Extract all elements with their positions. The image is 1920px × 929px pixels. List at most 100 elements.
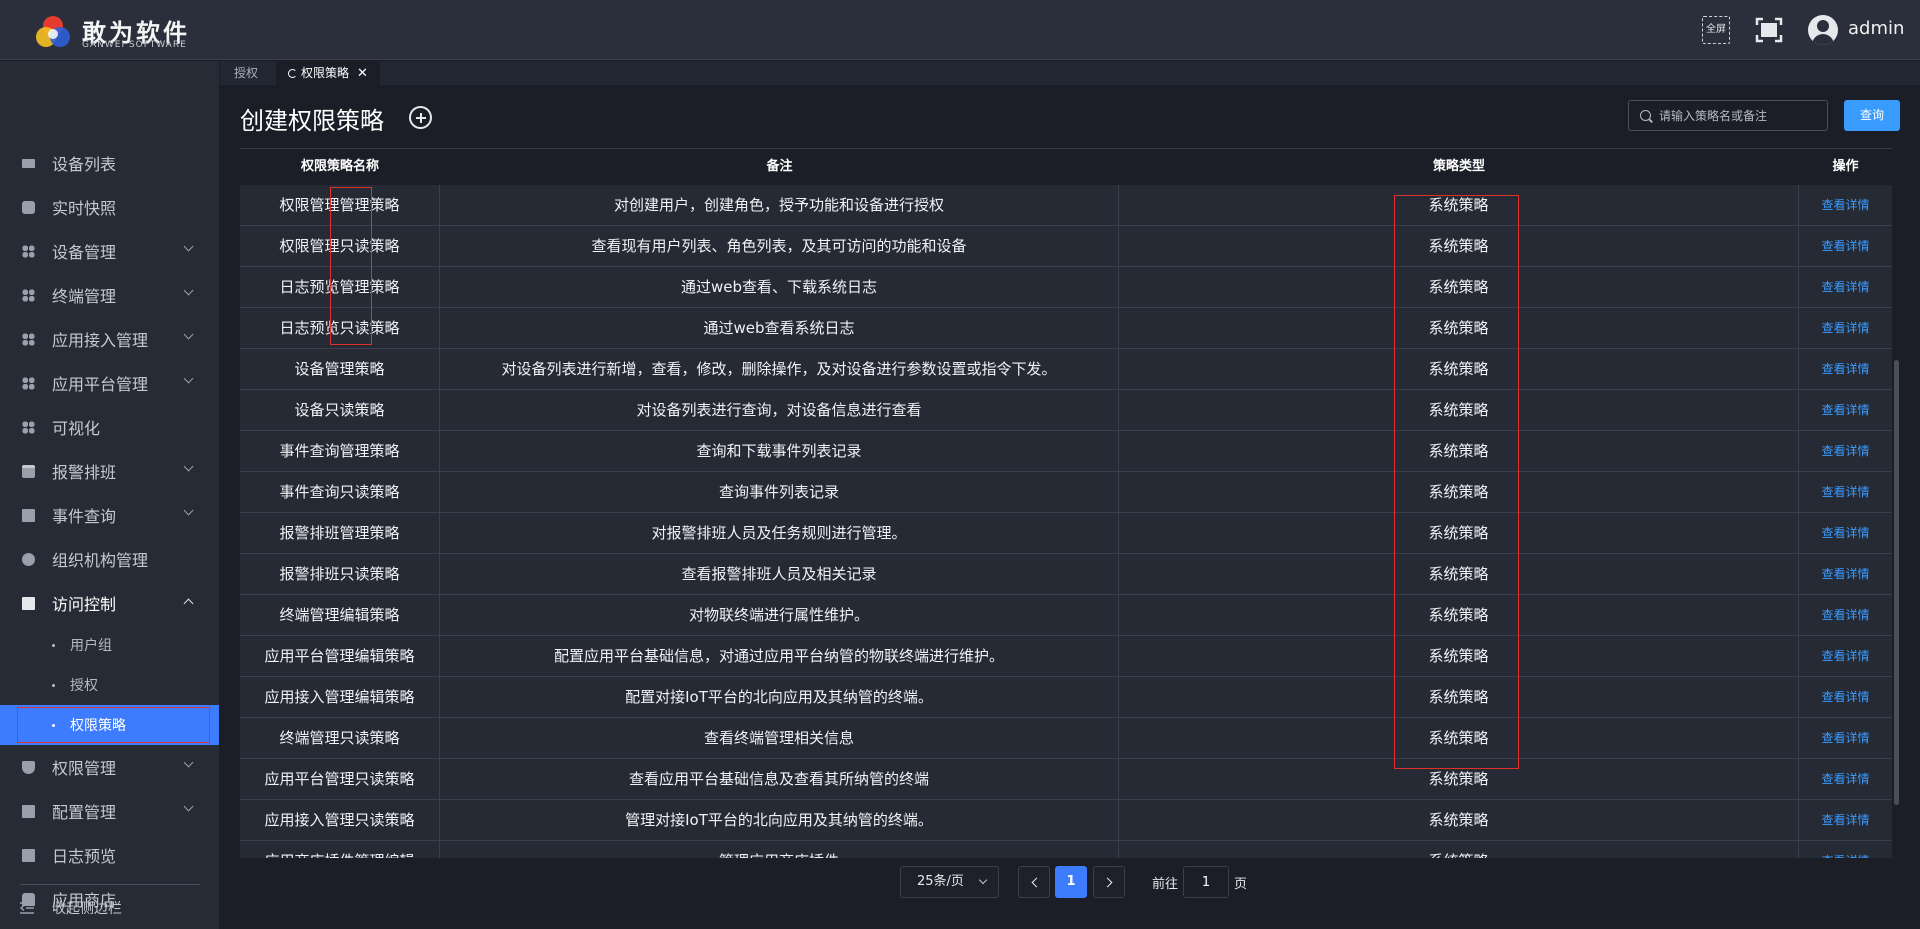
refresh-icon[interactable] <box>288 69 297 78</box>
view-details-link[interactable]: 查看详情 <box>1799 185 1892 226</box>
table-header: 权限策略名称 备注 策略类型 操作 <box>240 149 1892 185</box>
view-details-link[interactable]: 查看详情 <box>1799 513 1892 554</box>
sidebar-item-access-control[interactable]: 访问控制 <box>0 581 219 625</box>
chevron-down-icon <box>183 757 194 768</box>
screen-mode-icon[interactable] <box>1755 17 1783 43</box>
cell-policy-type: 系统策略 <box>1119 636 1799 677</box>
close-icon[interactable]: ✕ <box>357 66 368 81</box>
sidebar-item-label: 应用接入管理 <box>52 331 149 350</box>
table-row: 设备只读策略 对设备列表进行查询，对设备信息进行查看 系统策略 查看详情 <box>240 390 1892 431</box>
chevron-down-icon <box>183 329 194 340</box>
view-details-link[interactable]: 查看详情 <box>1799 595 1892 636</box>
cell-policy-name: 日志预览只读策略 <box>240 308 440 349</box>
sidebar-subitem-permission-policy[interactable]: 权限策略 <box>0 705 219 745</box>
sidebar-item-log-preview[interactable]: 日志预览 <box>0 833 219 877</box>
view-details-link[interactable]: 查看详情 <box>1799 431 1892 472</box>
sidebar-item-visualization[interactable]: 可视化 <box>0 405 219 449</box>
tab-permission-policy[interactable]: 权限策略 ✕ <box>276 61 380 85</box>
view-details-link[interactable]: 查看详情 <box>1799 718 1892 759</box>
sidebar-item-config-management[interactable]: 配置管理 <box>0 789 219 833</box>
view-details-link[interactable]: 查看详情 <box>1799 841 1892 858</box>
table-scrollbar[interactable] <box>1894 360 1899 805</box>
cell-remark: 配置应用平台基础信息，对通过应用平台纳管的物联终端进行维护。 <box>440 636 1119 677</box>
sidebar-subitem-authorization[interactable]: 授权 <box>0 665 219 705</box>
chevron-down-icon <box>183 285 194 296</box>
next-page-button[interactable] <box>1093 866 1125 898</box>
sidebar-item-terminal-management[interactable]: 终端管理 <box>0 273 219 317</box>
add-policy-button[interactable] <box>409 106 432 129</box>
view-details-link[interactable]: 查看详情 <box>1799 472 1892 513</box>
sidebar-item-alarm-schedule[interactable]: 报警排班 <box>0 449 219 493</box>
tab-label: 权限策略 <box>301 66 350 80</box>
sidebar-item-label: 组织机构管理 <box>52 551 149 570</box>
column-header-name[interactable]: 权限策略名称 <box>240 149 440 185</box>
sidebar-item-device-list[interactable]: 设备列表 <box>0 141 219 185</box>
view-details-link[interactable]: 查看详情 <box>1799 226 1892 267</box>
logo[interactable]: 敢为软件 GANWEI SOFTWARE <box>30 10 260 52</box>
fullscreen-button[interactable]: 全屏 <box>1702 16 1730 44</box>
collapse-sidebar-button[interactable]: 收起侧边栏 <box>0 887 219 929</box>
view-details-link[interactable]: 查看详情 <box>1799 636 1892 677</box>
chevron-right-icon <box>1102 877 1113 888</box>
search-box[interactable] <box>1628 100 1828 131</box>
avatar[interactable] <box>1808 15 1838 45</box>
view-details-link[interactable]: 查看详情 <box>1799 677 1892 718</box>
tab-bar: 授权 权限策略 ✕ <box>220 61 1920 85</box>
cell-remark: 查看应用平台基础信息及查看其所纳管的终端 <box>440 759 1119 800</box>
prev-page-button[interactable] <box>1018 866 1050 898</box>
sidebar-item-live-snapshot[interactable]: 实时快照 <box>0 185 219 229</box>
sidebar-subitem-label: 用户组 <box>70 638 112 654</box>
page-number-current[interactable]: 1 <box>1055 866 1087 898</box>
column-header-type[interactable]: 策略类型 <box>1119 149 1799 185</box>
cell-policy-name: 应用接入管理只读策略 <box>240 800 440 841</box>
cell-policy-type: 系统策略 <box>1119 759 1799 800</box>
sidebar-subitem-label: 授权 <box>70 678 98 694</box>
tab-authorization[interactable]: 授权 <box>222 61 270 85</box>
view-details-link[interactable]: 查看详情 <box>1799 800 1892 841</box>
sidebar: 设备列表 实时快照 设备管理 终端管理 应用接入管理 应用平台管理 可视化 报警… <box>0 61 219 929</box>
cell-policy-type: 系统策略 <box>1119 431 1799 472</box>
goto-page-input[interactable] <box>1183 866 1229 898</box>
sidebar-subitem-user-group[interactable]: 用户组 <box>0 625 219 665</box>
view-details-link[interactable]: 查看详情 <box>1799 308 1892 349</box>
cell-remark: 管理对接IoT平台的北向应用及其纳管的终端。 <box>440 800 1119 841</box>
camera-icon <box>22 200 35 214</box>
query-button[interactable]: 查询 <box>1844 100 1900 131</box>
cell-policy-name: 权限管理只读策略 <box>240 226 440 267</box>
sidebar-item-org-management[interactable]: 组织机构管理 <box>0 537 219 581</box>
cell-policy-name: 事件查询管理策略 <box>240 431 440 472</box>
cell-policy-name: 应用平台管理只读策略 <box>240 759 440 800</box>
page-size-select[interactable]: 25条/页 <box>900 866 999 898</box>
document-icon <box>22 804 35 818</box>
table-row: 事件查询只读策略 查询事件列表记录 系统策略 查看详情 <box>240 472 1892 513</box>
cell-policy-name: 终端管理只读策略 <box>240 718 440 759</box>
view-details-link[interactable]: 查看详情 <box>1799 267 1892 308</box>
sidebar-item-event-query[interactable]: 事件查询 <box>0 493 219 537</box>
view-details-link[interactable]: 查看详情 <box>1799 390 1892 431</box>
sidebar-item-label: 访问控制 <box>52 595 117 614</box>
chevron-down-icon <box>183 461 194 472</box>
sidebar-item-permission-management[interactable]: 权限管理 <box>0 745 219 789</box>
table-row: 应用平台管理编辑策略 配置应用平台基础信息，对通过应用平台纳管的物联终端进行维护。… <box>240 636 1892 677</box>
sidebar-item-app-access-management[interactable]: 应用接入管理 <box>0 317 219 361</box>
sidebar-item-app-platform-management[interactable]: 应用平台管理 <box>0 361 219 405</box>
cell-policy-name: 报警排班只读策略 <box>240 554 440 595</box>
view-details-link[interactable]: 查看详情 <box>1799 349 1892 390</box>
table-row: 报警排班管理策略 对报警排班人员及任务规则进行管理。 系统策略 查看详情 <box>240 513 1892 554</box>
table-row: 应用接入管理只读策略 管理对接IoT平台的北向应用及其纳管的终端。 系统策略 查看详情 <box>240 800 1892 841</box>
cell-remark: 对报警排班人员及任务规则进行管理。 <box>440 513 1119 554</box>
grid-icon <box>22 332 35 346</box>
cell-policy-type: 系统策略 <box>1119 595 1799 636</box>
table-row: 应用接入管理编辑策略 配置对接IoT平台的北向应用及其纳管的终端。 系统策略 查看详情 <box>240 677 1892 718</box>
cell-policy-type: 系统策略 <box>1119 800 1799 841</box>
column-header-remark[interactable]: 备注 <box>440 149 1119 185</box>
sidebar-item-label: 可视化 <box>52 419 101 438</box>
username-label[interactable]: admin <box>1848 18 1904 39</box>
search-input[interactable] <box>1659 101 1824 130</box>
sidebar-item-label: 日志预览 <box>52 847 117 866</box>
sidebar-item-device-management[interactable]: 设备管理 <box>0 229 219 273</box>
view-details-link[interactable]: 查看详情 <box>1799 554 1892 595</box>
view-details-link[interactable]: 查看详情 <box>1799 759 1892 800</box>
monitor-icon <box>22 158 35 168</box>
chevron-down-icon <box>183 373 194 384</box>
